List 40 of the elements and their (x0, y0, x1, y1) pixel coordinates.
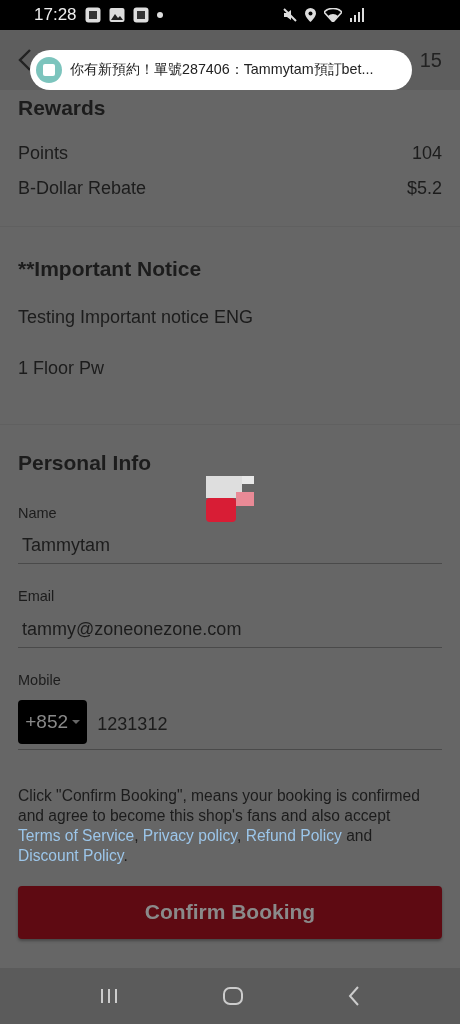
image-icon (108, 7, 125, 23)
notification-banner[interactable]: 你有新預約！單號287406：Tammytam預訂bet... (30, 50, 412, 90)
terms-text: Click "Confirm Booking", means your booking is confirmed and agree to become this shop's fans and also accept Terms of Service, Privacy policy, Refund Policy and Discount Policy. (18, 785, 421, 866)
app-icon (132, 7, 149, 23)
page-title: 15 (419, 48, 442, 73)
reward-label: Points (18, 141, 69, 165)
policy-link[interactable]: Refund Policy (245, 826, 342, 844)
dot-icon (156, 12, 163, 18)
app-icon (84, 7, 101, 23)
section-title: Personal Info (18, 450, 153, 476)
signal-icon (350, 8, 364, 22)
phone-field[interactable]: 1231312 (93, 701, 442, 743)
location-icon (305, 8, 316, 22)
policy-link[interactable]: Privacy policy (142, 826, 237, 844)
notice-text: Testing Important notice ENG (18, 306, 255, 329)
field-label: Email (18, 587, 56, 607)
reward-value: 104 (411, 141, 442, 165)
reward-value: $5.2 (406, 176, 442, 200)
policy-link[interactable]: Discount Policy (18, 846, 124, 864)
confirm-booking-button[interactable]: Confirm Booking (18, 885, 442, 939)
clock: 17:28 (34, 4, 77, 27)
reward-label: B-Dollar Rebate (18, 176, 147, 200)
recent-apps-icon[interactable] (100, 988, 119, 1004)
section-title: Rewards (18, 95, 107, 121)
home-icon[interactable] (223, 987, 243, 1005)
back-icon[interactable] (18, 48, 32, 72)
notification-text: 你有新預約！單號287406：Tammytam預訂bet... (70, 60, 374, 80)
policy-link[interactable]: Terms of Service (18, 826, 135, 844)
caret-icon (72, 719, 81, 724)
field-label: Name (18, 503, 58, 523)
mute-icon (283, 8, 297, 22)
loading-logo-icon (206, 476, 254, 522)
input-field[interactable]: Tammytam (18, 528, 442, 565)
section-title: **Important Notice (18, 255, 203, 282)
input-field[interactable]: tammy@zoneonezone.com (18, 612, 442, 648)
wifi-icon (324, 8, 342, 22)
app-icon (36, 57, 62, 83)
country-code-dropdown[interactable]: +852 (18, 699, 88, 744)
field-label: Mobile (18, 671, 62, 690)
notice-text: 1 Floor Pw (18, 357, 106, 380)
